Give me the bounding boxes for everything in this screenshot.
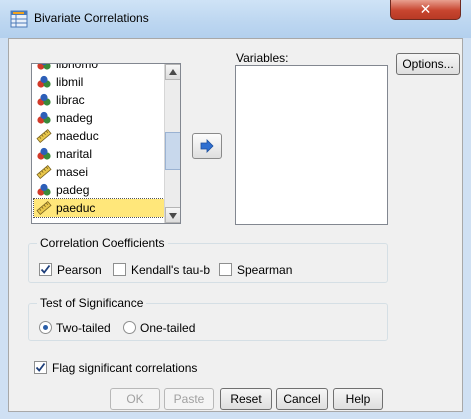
scroll-up-button[interactable] (165, 64, 180, 80)
spearman-label[interactable]: Spearman (237, 263, 292, 277)
close-icon: ✕ (419, 1, 432, 17)
source-list-item-label: masei (56, 165, 89, 179)
scrollbar-thumb[interactable] (165, 132, 180, 170)
variables-label: Variables: (236, 51, 289, 65)
move-to-variables-button[interactable] (192, 133, 222, 159)
arrow-right-icon (200, 139, 214, 153)
nominal-icon (36, 183, 52, 197)
ok-button[interactable]: OK (110, 388, 160, 410)
window-title: Bivariate Correlations (34, 11, 149, 25)
pearson-label[interactable]: Pearson (57, 263, 102, 277)
source-list-item[interactable]: masei (34, 163, 166, 181)
reset-button[interactable]: Reset (220, 388, 272, 410)
source-list-item-label: libhomo (56, 63, 99, 71)
source-list-item-label: maeduc (56, 129, 99, 143)
one-tailed-label[interactable]: One-tailed (140, 321, 195, 335)
checkmark-icon (35, 362, 46, 372)
source-list-item-label: librac (56, 93, 85, 107)
scroll-down-button[interactable] (165, 207, 180, 223)
cancel-button[interactable]: Cancel (276, 388, 328, 410)
source-list-item[interactable]: padeg (34, 181, 166, 199)
nominal-icon (36, 93, 52, 107)
paste-button[interactable]: Paste (164, 388, 214, 410)
source-list-item[interactable]: maeduc (34, 127, 166, 145)
source-list-item-label: marital (56, 147, 93, 161)
help-button[interactable]: Help (333, 388, 383, 410)
scroll-down-icon (169, 213, 177, 219)
source-list-item-label: libmil (56, 75, 84, 89)
source-list-item[interactable]: madeg (34, 109, 166, 127)
kendall-checkbox[interactable] (113, 263, 126, 276)
source-list-item[interactable]: paeduc (33, 198, 167, 218)
source-list-item[interactable]: librac (34, 91, 166, 109)
title-bar[interactable]: Bivariate Correlations ✕ (0, 0, 471, 38)
one-tailed-radio[interactable] (123, 321, 136, 334)
dialog-window: Bivariate Correlations ✕ libhomo libmil li… (0, 0, 471, 419)
options-button[interactable]: Options... (396, 53, 460, 75)
scale-icon (36, 129, 52, 143)
spearman-checkbox[interactable] (219, 263, 232, 276)
window-frame-bottom (0, 412, 471, 419)
nominal-icon (36, 75, 52, 89)
variables-list[interactable] (235, 65, 388, 225)
flag-significant-label[interactable]: Flag significant correlations (52, 361, 197, 375)
source-variable-list[interactable]: libhomo libmil librac madeg maeduc marital mas… (31, 63, 181, 224)
radio-selected-dot (43, 325, 48, 330)
window-frame-left (0, 38, 8, 419)
source-list-item[interactable]: libmil (34, 73, 166, 91)
source-list-item-label: madeg (56, 111, 93, 125)
kendall-label[interactable]: Kendall's tau-b (131, 263, 210, 277)
scale-icon (36, 201, 52, 215)
source-list-item[interactable]: marital (34, 145, 166, 163)
correlation-coefficients-group: Correlation Coefficients Pearson Kendall… (28, 236, 388, 283)
checkmark-icon (40, 264, 51, 274)
test-of-significance-group: Test of Significance Two-tailed One-tail… (28, 296, 388, 341)
source-list-item-label: padeg (56, 183, 90, 197)
two-tailed-radio[interactable] (39, 321, 52, 334)
scale-icon (36, 165, 52, 179)
source-list-item-label: paeduc (56, 201, 96, 215)
vertical-scrollbar[interactable] (164, 64, 180, 223)
scroll-up-icon (169, 69, 177, 75)
flag-significant-checkbox[interactable] (34, 361, 47, 374)
window-frame-right (463, 38, 471, 419)
close-button[interactable]: ✕ (390, 0, 461, 20)
test-of-significance-legend: Test of Significance (37, 296, 147, 310)
source-list-item[interactable]: libhomo (34, 63, 166, 73)
nominal-icon (36, 64, 52, 71)
nominal-icon (36, 147, 52, 161)
two-tailed-label[interactable]: Two-tailed (56, 321, 111, 335)
pearson-checkbox[interactable] (39, 263, 52, 276)
nominal-icon (36, 111, 52, 125)
app-icon (10, 10, 28, 28)
correlation-coefficients-legend: Correlation Coefficients (37, 236, 168, 250)
